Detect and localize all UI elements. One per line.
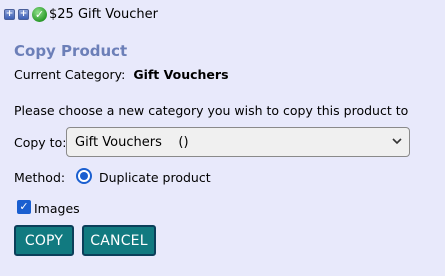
- current-category-value: Gift Vouchers: [133, 67, 229, 82]
- method-label: Method:: [14, 170, 66, 185]
- copy-to-select[interactable]: Gift Vouchers (): [66, 127, 410, 157]
- expand-plus-icon[interactable]: +: [4, 8, 15, 20]
- copy-button[interactable]: COPY: [14, 225, 74, 256]
- duplicate-product-label: Duplicate product: [99, 170, 211, 185]
- images-label: Images: [34, 201, 80, 216]
- expand-plus-icon-2[interactable]: +: [18, 8, 29, 20]
- current-category-label: Current Category:: [14, 67, 126, 82]
- current-category: Current Category: Gift Vouchers: [14, 67, 229, 82]
- cancel-button[interactable]: CANCEL: [82, 225, 156, 256]
- instructions-text: Please choose a new category you wish to…: [14, 103, 409, 118]
- panel-title: Copy Product: [14, 42, 128, 60]
- product-header: + + ✓ $25 Gift Voucher: [4, 5, 158, 23]
- copy-to-label: Copy to:: [14, 135, 67, 150]
- images-checkbox[interactable]: ✓: [17, 200, 31, 214]
- check-icon: ✓: [32, 6, 47, 22]
- product-name: $25 Gift Voucher: [49, 6, 159, 22]
- duplicate-product-radio[interactable]: [76, 168, 92, 184]
- chevron-down-icon: [392, 138, 402, 145]
- copy-to-selected-value: Gift Vouchers (): [75, 134, 189, 150]
